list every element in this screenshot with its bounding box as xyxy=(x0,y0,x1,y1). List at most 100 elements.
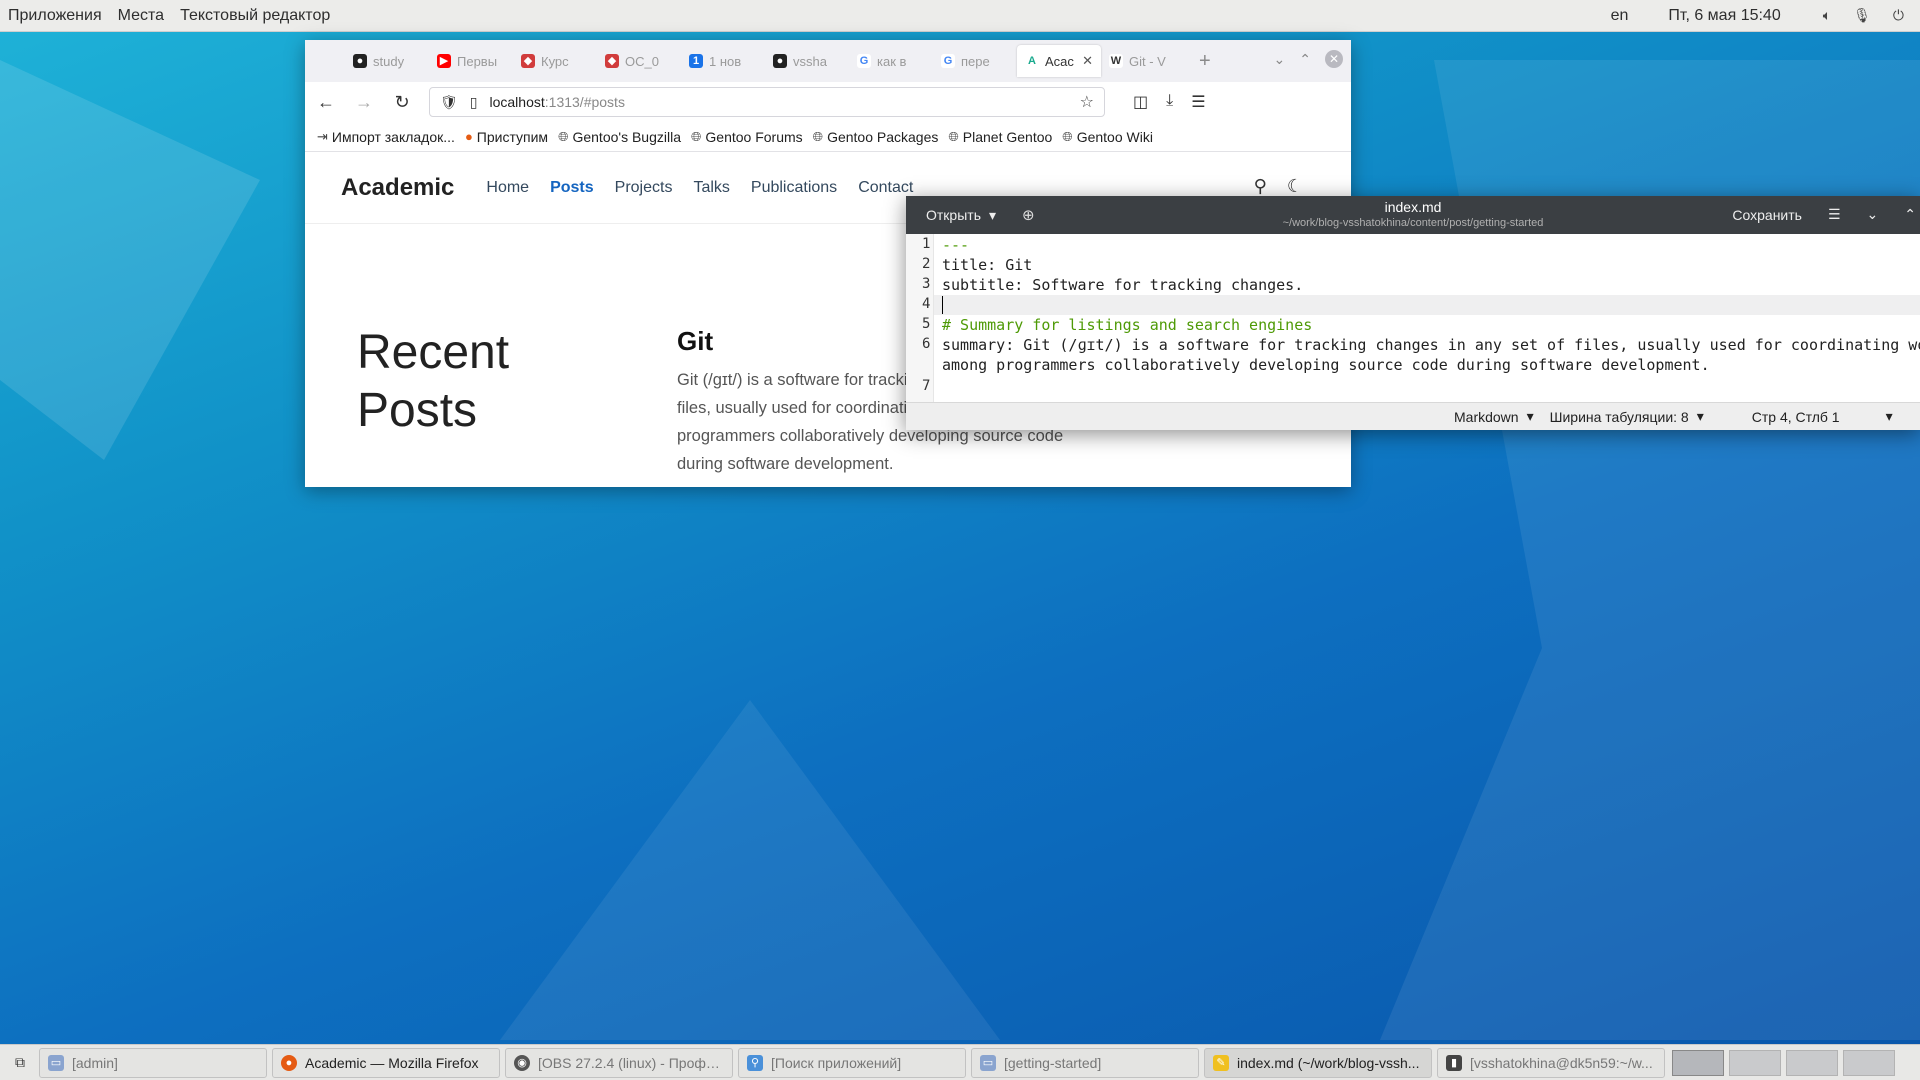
editor-statusbar: Markdown ▾ Ширина табуляции: 8 ▾ Стр 4, … xyxy=(906,402,1920,430)
hamburger-menu-icon[interactable]: ☰ xyxy=(1828,206,1841,223)
notification-icon: 1 xyxy=(689,54,703,68)
nav-contact[interactable]: Contact xyxy=(858,179,913,197)
browser-tab[interactable]: ● vssha xyxy=(765,45,849,77)
browser-tab[interactable]: 1 1 нов xyxy=(681,45,765,77)
taskbar-item[interactable]: ● Academic — Mozilla Firefox xyxy=(272,1047,500,1078)
reload-icon[interactable]: ↻ xyxy=(391,92,413,113)
post-title[interactable]: Git xyxy=(677,326,713,357)
globe-icon: 🌐︎ xyxy=(812,128,824,144)
save-button[interactable]: Сохранить xyxy=(1732,207,1802,223)
folder-icon: ▭ xyxy=(48,1054,64,1071)
show-desktop-icon[interactable]: ⧉ xyxy=(6,1049,34,1077)
browser-tab[interactable]: ● study xyxy=(345,45,429,77)
back-arrow-icon[interactable]: ← xyxy=(315,92,337,113)
bookmark-label: Gentoo's Bugzilla xyxy=(572,128,681,145)
open-button[interactable]: Открыть ▾ xyxy=(926,207,996,224)
bookmark-bugzilla[interactable]: 🌐︎ Gentoo's Bugzilla xyxy=(558,129,681,145)
bookmark-wiki[interactable]: 🌐︎ Gentoo Wiki xyxy=(1062,129,1153,145)
obs-icon: ◉ xyxy=(514,1054,530,1071)
tab-width-selector[interactable]: Ширина табуляции: 8 ▾ xyxy=(1550,408,1704,425)
code-line: --- xyxy=(942,236,970,254)
download-icon[interactable]: ⤓ xyxy=(1166,92,1173,112)
microphone-icon[interactable]: 🎙︎ xyxy=(1853,7,1871,24)
search-icon[interactable]: ⚲ xyxy=(1254,176,1267,197)
page-icon[interactable]: ▯ xyxy=(470,94,478,111)
browser-tab[interactable]: G пере xyxy=(933,45,1017,77)
menu-text-editor[interactable]: Текстовый редактор xyxy=(172,7,338,25)
maximize-icon[interactable]: ⌃ xyxy=(1904,206,1916,223)
bookmark-import[interactable]: ⇥ Импорт закладок... xyxy=(317,129,455,145)
taskbar-item-label: [vsshatokhina@dk5n59:~/w... xyxy=(1470,1054,1653,1071)
taskbar-item[interactable]: ▭ [admin] xyxy=(39,1047,267,1078)
nav-talks[interactable]: Talks xyxy=(693,179,729,197)
close-window-icon[interactable]: ✕ xyxy=(1325,50,1343,68)
taskbar-item[interactable]: ▭ [getting-started] xyxy=(971,1047,1199,1078)
taskbar-item-active[interactable]: ✎ index.md (~/work/blog-vssh... xyxy=(1204,1047,1432,1078)
code-editor[interactable]: 1 --- 2 title: Git 3 subtitle: Software … xyxy=(906,234,1920,402)
workspace-switcher-3[interactable] xyxy=(1786,1049,1838,1076)
nav-projects[interactable]: Projects xyxy=(615,179,673,197)
pocket-icon[interactable]: ◫ xyxy=(1133,92,1148,112)
keyboard-layout-indicator[interactable]: en xyxy=(1611,7,1629,25)
clock[interactable]: Пт, 6 мая 15:40 xyxy=(1668,7,1780,25)
text-editor-icon: ✎ xyxy=(1213,1054,1229,1071)
new-document-icon[interactable]: ⊕ xyxy=(1022,206,1035,224)
bookmark-label: Planet Gentoo xyxy=(962,128,1053,145)
nav-home[interactable]: Home xyxy=(486,179,529,197)
nav-posts[interactable]: Posts xyxy=(550,179,594,197)
bookmark-getting-started[interactable]: ● Приступим xyxy=(465,129,548,145)
line-number: 4 xyxy=(922,296,931,312)
browser-tab[interactable]: W Git - V xyxy=(1101,45,1185,77)
bookmark-star-icon[interactable]: ☆ xyxy=(1080,92,1094,112)
taskbar-item[interactable]: ⚲ [Поиск приложений] xyxy=(738,1047,966,1078)
nav-publications[interactable]: Publications xyxy=(751,179,837,197)
workspace-switcher-4[interactable] xyxy=(1843,1049,1895,1076)
bookmark-planet[interactable]: 🌐︎ Planet Gentoo xyxy=(948,129,1052,145)
browser-tab[interactable]: ▶ Первы xyxy=(429,45,513,77)
tab-label: study xyxy=(373,53,405,69)
forward-arrow-icon[interactable]: → xyxy=(353,92,375,113)
chevron-down-icon[interactable]: ⌄ xyxy=(1274,51,1286,68)
close-tab-icon[interactable]: ✕ xyxy=(1082,53,1093,69)
line-number: 1 xyxy=(922,236,931,252)
tab-label: 1 нов xyxy=(709,53,742,69)
bookmark-packages[interactable]: 🌐︎ Gentoo Packages xyxy=(813,129,939,145)
import-icon: ⇥ xyxy=(317,128,328,144)
shield-icon[interactable]: 🛡︎ xyxy=(440,94,458,111)
new-tab-button[interactable]: + xyxy=(1199,50,1211,73)
url-bar[interactable]: 🛡︎ ▯ localhost:1313/#posts ☆ xyxy=(429,87,1105,117)
bookmark-forums[interactable]: 🌐︎ Gentoo Forums xyxy=(691,129,803,145)
tab-label: ОС_0 xyxy=(625,53,659,69)
language-selector[interactable]: Markdown ▾ xyxy=(1454,408,1534,425)
github-icon: ● xyxy=(353,54,367,68)
navigation-bar: ← → ↻ 🛡︎ ▯ localhost:1313/#posts ☆ ◫ ⤓ ☰ xyxy=(305,82,1351,122)
bookmark-label: Gentoo Wiki xyxy=(1076,128,1153,145)
browser-tab[interactable]: ◆ ОС_0 xyxy=(597,45,681,77)
power-icon[interactable]: ⏻ xyxy=(1893,7,1904,24)
dark-mode-moon-icon[interactable]: ☾ xyxy=(1287,176,1303,197)
workspace-switcher-2[interactable] xyxy=(1729,1049,1781,1076)
cursor-position-selector[interactable]: Стр 4, Стлб 1 ▾ xyxy=(1752,408,1893,425)
tab-label: Acac xyxy=(1045,53,1074,69)
volume-icon[interactable]: 🔈︎ xyxy=(1823,7,1831,24)
folder-icon: ▭ xyxy=(980,1054,996,1071)
browser-tab[interactable]: G как в xyxy=(849,45,933,77)
workspace-switcher-1[interactable] xyxy=(1672,1049,1724,1076)
wikipedia-icon: W xyxy=(1109,54,1123,68)
dropdown-arrow-icon: ▾ xyxy=(1885,408,1893,424)
menu-places[interactable]: Места xyxy=(110,7,172,25)
browser-tab-active[interactable]: A Acac ✕ xyxy=(1017,45,1101,77)
line-number: 7 xyxy=(922,378,931,394)
taskbar-item[interactable]: ▮ [vsshatokhina@dk5n59:~/w... xyxy=(1437,1047,1665,1078)
code-line-wrapped: among programmers collaboratively develo… xyxy=(942,356,1710,374)
maximize-icon[interactable]: ⌃ xyxy=(1299,51,1311,68)
chevron-down-icon[interactable]: ⌄ xyxy=(1867,206,1879,223)
taskbar-item[interactable]: ◉ [OBS 27.2.4 (linux) - Профил... xyxy=(505,1047,733,1078)
browser-tab[interactable]: ◆ Курс xyxy=(513,45,597,77)
site-brand[interactable]: Academic xyxy=(341,174,454,202)
url-path: :1313/#posts xyxy=(544,94,625,110)
menu-applications[interactable]: Приложения xyxy=(0,7,110,25)
wallpaper-shape xyxy=(500,700,1000,1040)
hamburger-menu-icon[interactable]: ☰ xyxy=(1191,92,1205,112)
code-line: summary: Git (/ɡɪt/) is a software for t… xyxy=(942,336,1920,354)
